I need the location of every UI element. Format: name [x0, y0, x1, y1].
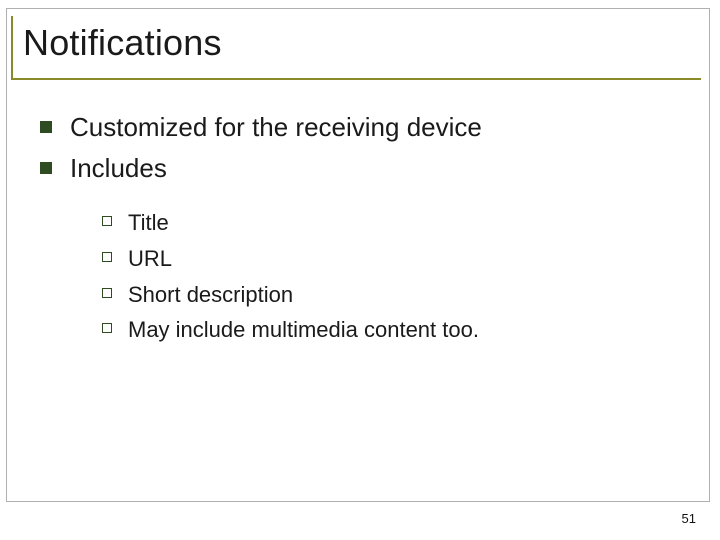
subbullet-text: URL: [128, 244, 172, 274]
list-item: May include multimedia content too.: [102, 315, 690, 345]
square-bullet-icon: [40, 121, 52, 133]
list-item: Title: [102, 208, 690, 238]
page-number: 51: [682, 511, 696, 526]
title-container: Notifications: [11, 16, 701, 80]
list-item: Customized for the receiving device: [40, 110, 690, 145]
slide-content: Customized for the receiving device Incl…: [40, 110, 690, 351]
open-square-bullet-icon: [102, 252, 112, 262]
list-item: Includes: [40, 151, 690, 186]
subbullet-text: Short description: [128, 280, 293, 310]
bullet-text: Customized for the receiving device: [70, 110, 482, 145]
subbullet-text: Title: [128, 208, 169, 238]
open-square-bullet-icon: [102, 323, 112, 333]
bullet-text: Includes: [70, 151, 167, 186]
subbullet-text: May include multimedia content too.: [128, 315, 479, 345]
sublist: Title URL Short description May include …: [102, 208, 690, 345]
open-square-bullet-icon: [102, 288, 112, 298]
list-item: URL: [102, 244, 690, 274]
list-item: Short description: [102, 280, 690, 310]
square-bullet-icon: [40, 162, 52, 174]
slide-title: Notifications: [23, 22, 701, 64]
open-square-bullet-icon: [102, 216, 112, 226]
